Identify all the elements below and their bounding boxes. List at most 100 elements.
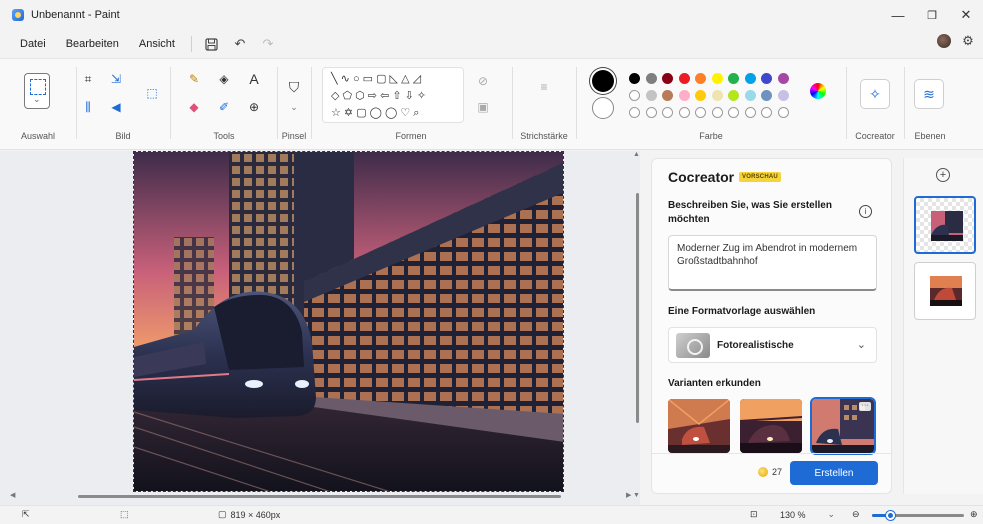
color-swatch[interactable] bbox=[629, 90, 640, 101]
layers-icon[interactable]: ≋ bbox=[914, 79, 944, 109]
custom-color-slot[interactable] bbox=[678, 107, 690, 118]
pencil-icon[interactable]: ✎ bbox=[183, 69, 205, 89]
edit-colors-icon[interactable] bbox=[810, 83, 826, 99]
vertical-scroll-thumb[interactable] bbox=[636, 193, 639, 423]
add-layer-icon[interactable]: + bbox=[936, 168, 950, 182]
vertical-scrollbar[interactable]: ▲ ▼ bbox=[633, 151, 641, 505]
select-tool-button[interactable] bbox=[24, 73, 50, 109]
chevron-down-icon[interactable]: ⌄ bbox=[283, 97, 305, 117]
zoom-slider-handle[interactable] bbox=[886, 511, 896, 520]
custom-color-slot[interactable] bbox=[645, 107, 657, 118]
zoom-slider[interactable] bbox=[872, 511, 964, 520]
color-swatch[interactable] bbox=[711, 90, 723, 101]
style-dropdown[interactable]: Fotorealistische ⌄ bbox=[668, 327, 877, 363]
cursor-position-icon: ⇱ bbox=[22, 509, 30, 519]
canvas-image[interactable] bbox=[133, 151, 564, 492]
magnifier-icon[interactable]: ⊕ bbox=[243, 97, 265, 117]
crop-icon[interactable]: ⌗ bbox=[77, 69, 99, 89]
color-swatch[interactable] bbox=[645, 90, 657, 101]
color-swatch[interactable] bbox=[678, 73, 690, 84]
menu-file[interactable]: Datei bbox=[0, 38, 56, 50]
layer-thumbnail-1[interactable] bbox=[914, 196, 976, 254]
scroll-left-arrow-icon[interactable]: ◀ bbox=[10, 491, 15, 499]
layer-thumbnail-2[interactable] bbox=[914, 262, 976, 320]
custom-color-slot[interactable] bbox=[728, 107, 739, 118]
variant-thumbnail-3[interactable]: ··· bbox=[810, 397, 876, 455]
color-swatch[interactable] bbox=[662, 90, 673, 101]
layers-group-label: Ebenen bbox=[914, 131, 946, 141]
eraser-icon[interactable]: ◆ bbox=[183, 97, 205, 117]
scroll-up-arrow-icon[interactable]: ▲ bbox=[633, 151, 640, 158]
color-swatch[interactable] bbox=[777, 73, 789, 84]
prompt-textarea[interactable]: Moderner Zug im Abendrot in modernem Gro… bbox=[668, 235, 877, 291]
custom-color-slot[interactable] bbox=[695, 107, 706, 118]
menu-view[interactable]: Ansicht bbox=[129, 38, 185, 50]
color-swatch[interactable] bbox=[728, 73, 739, 84]
color-swatch[interactable] bbox=[711, 73, 723, 84]
color-swatch[interactable] bbox=[744, 90, 756, 101]
horizontal-scroll-thumb[interactable] bbox=[78, 495, 561, 498]
color-swatch[interactable] bbox=[744, 73, 756, 84]
create-button[interactable]: Erstellen bbox=[790, 461, 878, 485]
credits-coin-icon bbox=[758, 467, 768, 477]
zoom-level-dropdown[interactable]: 130 % ⌄ bbox=[780, 509, 835, 520]
secondary-color-swatch[interactable] bbox=[592, 97, 614, 119]
close-button[interactable]: ✕ bbox=[949, 0, 983, 30]
color-swatch[interactable] bbox=[761, 90, 772, 101]
color-swatch[interactable] bbox=[678, 90, 690, 101]
more-options-icon[interactable]: ··· bbox=[859, 402, 871, 411]
custom-color-slot[interactable] bbox=[777, 107, 789, 118]
custom-color-slot[interactable] bbox=[662, 107, 673, 118]
shape-fill-icon[interactable]: ▣ bbox=[472, 97, 494, 117]
color-swatch[interactable] bbox=[695, 73, 706, 84]
color-swatch[interactable] bbox=[728, 90, 739, 101]
color-picker-icon[interactable]: ✐ bbox=[213, 97, 235, 117]
color-swatch[interactable] bbox=[777, 90, 789, 101]
brushes-group-label: Pinsel bbox=[281, 131, 307, 141]
brush-icon[interactable]: ⛉ bbox=[283, 77, 305, 97]
shape-row[interactable]: ╲ ∿ ○ ▭ ▢ ◺ △ ◿ bbox=[331, 72, 421, 85]
color-swatch[interactable] bbox=[645, 73, 657, 84]
account-avatar[interactable] bbox=[937, 34, 951, 48]
redo-icon[interactable]: ↷ bbox=[254, 33, 282, 55]
fit-to-window-icon[interactable]: ⊡ bbox=[750, 509, 758, 520]
primary-color-swatch[interactable] bbox=[592, 70, 614, 92]
color-swatch[interactable] bbox=[761, 73, 772, 84]
maximize-button[interactable]: ❐ bbox=[915, 0, 949, 30]
outline-icon[interactable]: ⊘ bbox=[472, 71, 494, 91]
settings-gear-icon[interactable]: ⚙ bbox=[961, 33, 975, 48]
undo-icon[interactable]: ↶ bbox=[226, 33, 254, 55]
scroll-right-arrow-icon[interactable]: ▶ bbox=[626, 491, 631, 499]
variant-thumbnail-2[interactable] bbox=[740, 399, 802, 453]
minimize-button[interactable]: — bbox=[881, 0, 915, 30]
zoom-out-icon[interactable]: ⊖ bbox=[852, 509, 860, 520]
variant-thumbnail-1[interactable] bbox=[668, 399, 730, 453]
shape-row[interactable]: ◇ ⬠ ⬡ ⇨ ⇦ ⇧ ⇩ ✧ bbox=[331, 89, 426, 102]
stroke-size-icon[interactable]: ≡ bbox=[533, 77, 555, 97]
shapes-group-label: Formen bbox=[395, 131, 427, 141]
custom-color-slot[interactable] bbox=[711, 107, 723, 118]
menu-edit[interactable]: Bearbeiten bbox=[56, 38, 129, 50]
shape-row[interactable]: ☆ ✡ ▢ ◯ ◯ ♡ ⌕ bbox=[331, 106, 419, 120]
text-icon[interactable]: A bbox=[243, 69, 265, 89]
fill-bucket-icon[interactable]: ◈ bbox=[213, 69, 235, 89]
info-icon[interactable]: i bbox=[859, 205, 872, 218]
selection-group-label: Auswahl bbox=[20, 131, 56, 141]
canvas-area[interactable] bbox=[0, 151, 640, 505]
horizontal-scrollbar[interactable]: ◀ ▶ bbox=[0, 492, 640, 502]
color-swatch[interactable] bbox=[662, 73, 673, 84]
zoom-in-icon[interactable]: ⊕ bbox=[970, 509, 978, 520]
save-icon[interactable] bbox=[198, 33, 226, 55]
image-select-icon[interactable]: ⬚ bbox=[141, 83, 163, 103]
shapes-gallery[interactable]: ╲ ∿ ○ ▭ ▢ ◺ △ ◿ ◇ ⬠ ⬡ ⇨ ⇦ ⇧ ⇩ ✧ ☆ ✡ ▢ ◯ … bbox=[322, 67, 464, 123]
cocreator-icon[interactable]: ✧ bbox=[860, 79, 890, 109]
color-swatch[interactable] bbox=[629, 73, 640, 84]
custom-color-slot[interactable] bbox=[744, 107, 756, 118]
flip-icon[interactable]: ⫼ bbox=[77, 97, 99, 117]
resize-icon[interactable]: ⇲ bbox=[105, 69, 127, 89]
rotate-icon[interactable]: ◀ bbox=[105, 97, 127, 117]
custom-color-slot[interactable] bbox=[629, 107, 640, 118]
color-swatch[interactable] bbox=[695, 90, 706, 101]
credits-count: 27 bbox=[772, 467, 783, 477]
custom-color-slot[interactable] bbox=[761, 107, 772, 118]
